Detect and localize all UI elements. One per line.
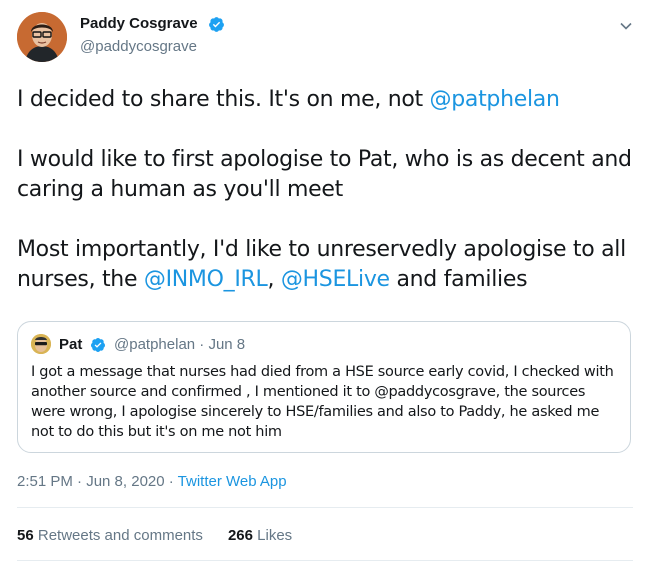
chevron-down-icon[interactable]	[618, 18, 634, 34]
author-handle[interactable]: @paddycosgrave	[80, 37, 197, 57]
retweets-stat[interactable]: 56 Retweets and comments	[17, 527, 203, 544]
quoted-author-handle-date: @patphelan · Jun 8	[114, 336, 246, 353]
author-avatar-image	[17, 12, 67, 62]
tweet-text-segment: and families	[389, 267, 528, 292]
tweet-timestamp[interactable]: 2:51 PM · Jun 8, 2020 ·	[17, 473, 178, 490]
source-app-link[interactable]: Twitter Web App	[178, 473, 287, 490]
retweets-count: 56	[17, 527, 34, 544]
mention-inmo-link[interactable]: @INMO_IRL	[144, 267, 268, 292]
quoted-author-avatar-image	[31, 334, 51, 354]
tweet-paragraph-3: Most importantly, I'd like to unreserved…	[17, 235, 632, 295]
tweet-text-separator: ,	[267, 267, 281, 292]
verified-badge-icon	[91, 338, 105, 352]
author-avatar[interactable]	[17, 12, 67, 62]
divider	[17, 507, 633, 508]
tweet-card: Paddy Cosgrave @paddycosgrave I decided …	[0, 0, 650, 562]
retweets-label: Retweets and comments	[33, 527, 203, 544]
mention-hselive-link[interactable]: @HSELive	[281, 267, 390, 292]
tweet-stats: 56 Retweets and comments 266 Likes	[17, 526, 292, 546]
likes-stat[interactable]: 266 Likes	[228, 527, 292, 544]
quoted-tweet-text: I got a message that nurses had died fro…	[31, 364, 614, 440]
quoted-author-avatar	[31, 334, 51, 354]
tweet-text: I decided to share this. It's on me, not…	[17, 85, 632, 295]
verified-badge-icon	[209, 17, 224, 32]
likes-label: Likes	[252, 527, 293, 544]
tweet-paragraph-1: I decided to share this. It's on me, not…	[17, 85, 632, 115]
quoted-author-name: Pat	[59, 336, 83, 353]
tweet-metadata: 2:51 PM · Jun 8, 2020 · Twitter Web App	[17, 472, 287, 492]
mention-patphelan-link[interactable]: @patphelan	[430, 87, 560, 112]
quoted-tweet[interactable]: Pat @patphelan · Jun 8 I got a message t…	[17, 321, 631, 453]
author-name[interactable]: Paddy Cosgrave	[80, 14, 198, 34]
tweet-paragraph-2: I would like to first apologise to Pat, …	[17, 147, 632, 202]
likes-count: 266	[227, 527, 253, 544]
divider	[17, 560, 633, 561]
tweet-text-segment: I decided to share this. It's on me, not	[17, 87, 430, 112]
